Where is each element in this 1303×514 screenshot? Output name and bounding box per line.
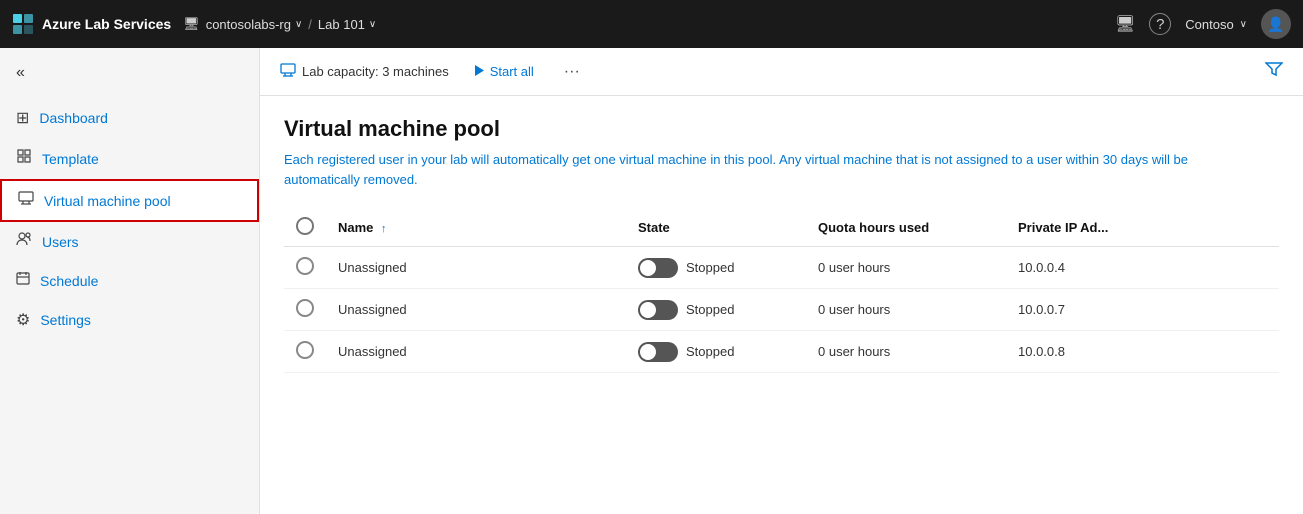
help-icon[interactable]: ? <box>1149 13 1171 35</box>
start-icon <box>473 64 485 80</box>
toolbar: Lab capacity: 3 machines Start all ··· <box>260 48 1303 96</box>
content-area: Lab capacity: 3 machines Start all ··· <box>260 48 1303 514</box>
table-header-row: Name ↑ State Quota hours used Private IP… <box>284 209 1279 247</box>
table-row: Unassigned Stopped 0 user hours 10.0.0.8 <box>284 331 1279 373</box>
app-title: Azure Lab Services <box>42 16 171 32</box>
sidebar-item-dashboard[interactable]: ⊞ Dashboard <box>0 98 259 138</box>
monitor-toolbar-icon <box>280 63 296 80</box>
sort-icon: ↑ <box>381 223 387 235</box>
filter-icon[interactable] <box>1265 61 1283 82</box>
lab-capacity: Lab capacity: 3 machines <box>280 63 449 80</box>
page-description: Each registered user in your lab will au… <box>284 150 1204 189</box>
row-state-cell: Stopped <box>626 247 806 289</box>
row-quota-cell: 0 user hours <box>806 289 1006 331</box>
row-radio-2[interactable] <box>296 341 314 359</box>
template-icon <box>16 148 32 169</box>
sidebar: « ⊞ Dashboard Template V <box>0 48 260 514</box>
row-quota-cell: 0 user hours <box>806 247 1006 289</box>
row-name-cell: Unassigned <box>326 247 626 289</box>
table-row: Unassigned Stopped 0 user hours 10.0.0.7 <box>284 289 1279 331</box>
row-ip-cell: 10.0.0.4 <box>1006 247 1279 289</box>
logo-icon <box>12 13 34 35</box>
col-header-check <box>284 209 326 247</box>
breadcrumb: 🖥 contosolabs-rg ∨ / Lab 101 ∨ <box>183 16 376 32</box>
sidebar-item-label: Schedule <box>40 273 98 289</box>
sidebar-collapse-button[interactable]: « <box>0 56 259 90</box>
users-icon <box>16 232 32 251</box>
breadcrumb-monitor-icon: 🖥 <box>183 16 200 32</box>
row-state-cell: Stopped <box>626 289 806 331</box>
vm-toggle-1[interactable] <box>638 300 678 320</box>
state-label: Stopped <box>686 302 734 317</box>
row-ip-cell: 10.0.0.8 <box>1006 331 1279 373</box>
col-header-name[interactable]: Name ↑ <box>326 209 626 247</box>
breadcrumb-sep: / <box>308 17 312 32</box>
sidebar-item-users[interactable]: Users <box>0 222 259 261</box>
row-quota-cell: 0 user hours <box>806 331 1006 373</box>
state-label: Stopped <box>686 344 734 359</box>
sidebar-item-label: Dashboard <box>39 110 108 126</box>
sidebar-item-settings[interactable]: ⚙ Settings <box>0 300 259 340</box>
monitor-icon[interactable]: 🖥 <box>1115 14 1135 34</box>
table-row: Unassigned Stopped 0 user hours 10.0.0.4 <box>284 247 1279 289</box>
sidebar-item-schedule[interactable]: Schedule <box>0 261 259 300</box>
more-icon: ··· <box>564 63 580 80</box>
sidebar-item-vm-pool[interactable]: Virtual machine pool <box>0 179 259 222</box>
vm-pool-icon <box>18 191 34 210</box>
row-name-cell: Unassigned <box>326 289 626 331</box>
sidebar-item-label: Virtual machine pool <box>44 193 171 209</box>
account-chevron-icon: ∨ <box>1240 19 1247 30</box>
sidebar-item-label: Settings <box>40 312 91 328</box>
topnav-icons: 🖥 ? Contoso ∨ 👤 <box>1115 9 1291 39</box>
top-nav: Azure Lab Services 🖥 contosolabs-rg ∨ / … <box>0 0 1303 48</box>
row-name-cell: Unassigned <box>326 331 626 373</box>
col-header-state: State <box>626 209 806 247</box>
collapse-icon: « <box>16 64 25 82</box>
vm-toggle-2[interactable] <box>638 342 678 362</box>
app-logo: Azure Lab Services <box>12 13 171 35</box>
row-ip-cell: 10.0.0.7 <box>1006 289 1279 331</box>
dashboard-icon: ⊞ <box>16 108 29 128</box>
row-state-cell: Stopped <box>626 331 806 373</box>
vm-table: Name ↑ State Quota hours used Private IP… <box>284 209 1279 373</box>
table-body: Unassigned Stopped 0 user hours 10.0.0.4… <box>284 247 1279 373</box>
sidebar-item-template[interactable]: Template <box>0 138 259 179</box>
account-menu[interactable]: Contoso ∨ <box>1185 17 1247 32</box>
schedule-icon <box>16 271 30 290</box>
row-check-cell <box>284 331 326 373</box>
breadcrumb-resource-group[interactable]: contosolabs-rg ∨ <box>206 17 303 32</box>
row-radio-0[interactable] <box>296 257 314 275</box>
header-radio[interactable] <box>296 217 314 235</box>
state-label: Stopped <box>686 260 734 275</box>
vm-toggle-0[interactable] <box>638 258 678 278</box>
sidebar-item-label: Template <box>42 151 99 167</box>
lab-chevron-icon: ∨ <box>369 19 376 30</box>
main-layout: « ⊞ Dashboard Template V <box>0 48 1303 514</box>
page-title: Virtual machine pool <box>284 116 1279 142</box>
avatar-icon: 👤 <box>1267 16 1284 33</box>
col-header-ip: Private IP Ad... <box>1006 209 1279 247</box>
breadcrumb-lab[interactable]: Lab 101 ∨ <box>318 17 376 32</box>
sidebar-item-label: Users <box>42 234 79 250</box>
lab-capacity-text: Lab capacity: 3 machines <box>302 64 449 79</box>
more-options-button[interactable]: ··· <box>558 59 586 85</box>
start-all-button[interactable]: Start all <box>465 60 542 84</box>
row-check-cell <box>284 289 326 331</box>
settings-icon: ⚙ <box>16 310 30 330</box>
col-header-quota: Quota hours used <box>806 209 1006 247</box>
row-radio-1[interactable] <box>296 299 314 317</box>
row-check-cell <box>284 247 326 289</box>
rg-chevron-icon: ∨ <box>295 19 302 30</box>
account-name: Contoso <box>1185 17 1233 32</box>
avatar[interactable]: 👤 <box>1261 9 1291 39</box>
page-content: Virtual machine pool Each registered use… <box>260 96 1303 514</box>
